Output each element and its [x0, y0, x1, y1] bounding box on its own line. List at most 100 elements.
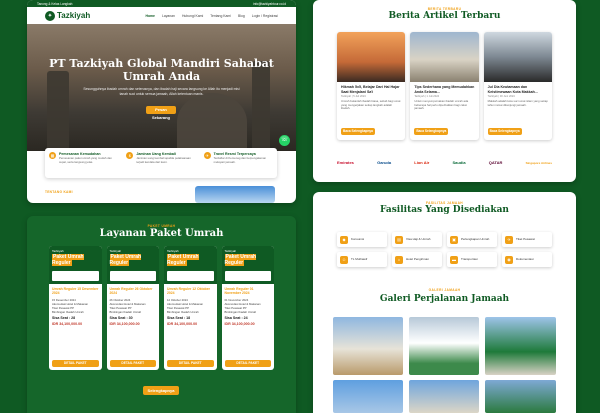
facility-label: Visa Haji & Umrah [406, 236, 431, 241]
calendar-icon: ▦ [49, 152, 56, 159]
package-poster: Tazkiyah Paket Umrah Reguler [164, 246, 217, 284]
main-menu: Home Layanan Hubungi Kami Tentang Kami B… [146, 14, 278, 18]
gallery-title: Galeri Perjalanan Jamaah [379, 294, 510, 304]
read-more-button[interactable]: Baca Selengkapnya [487, 128, 522, 135]
features-bar: ▦ Pemesanan Kemudahan Pemesanan paket umr… [45, 148, 277, 178]
facility-item: ▣ Perlengkapan Umrah [447, 232, 497, 247]
poster-title: Paket Umrah Reguler [109, 254, 142, 266]
article-title[interactable]: Hikmah 5x5, Belajar Dari Hal Hajar Saat … [337, 82, 405, 95]
article-card[interactable]: Hikmah 5x5, Belajar Dari Hal Hajar Saat … [337, 32, 406, 140]
facility-item: ⌂ Hotel Pengiriman [392, 252, 442, 267]
article-title[interactable]: Jul Dia Keutamaan dan Keistimewaan Kota … [484, 82, 552, 95]
package-price: IDR 34,100,000.00 [167, 321, 198, 326]
poster-brand: Tazkiyah [224, 249, 237, 253]
article-excerpt: Untuk menyempurnakan ibadah umrah ada be… [414, 99, 469, 111]
package-card[interactable]: Tazkiyah Paket Umrah Reguler Umrah Regul… [106, 246, 160, 370]
gallery-photo[interactable] [485, 380, 556, 413]
package-features: 01 November 2024 Akomodasi Hotel & Makan… [222, 297, 275, 315]
package-poster: Tazkiyah Paket Umrah Reguler [49, 246, 102, 284]
package-detail-button[interactable]: DETAIL PAKET [52, 360, 99, 367]
package-detail-button[interactable]: DETAIL PAKET [224, 360, 271, 367]
poster-dates [52, 271, 99, 281]
poster-dates [109, 271, 156, 281]
package-features: 12 Oktober 2024 Akomodasi Hotel & Makana… [164, 297, 217, 315]
menu-item-login[interactable]: Login / Registrasi [252, 14, 278, 18]
package-name[interactable]: Umrah Reguler 15 Desember 2024 [49, 284, 102, 297]
gallery-photo[interactable] [333, 317, 403, 375]
facility-label: Transportasi [461, 256, 478, 261]
article-card[interactable]: Tips Sederhana yang Memudahkan Anda Sela… [410, 32, 479, 140]
bus-icon: ▬ [450, 255, 458, 264]
article-card[interactable]: Jul Dia Keutamaan dan Keistimewaan Kota … [483, 32, 552, 140]
food-icon: ◆ [340, 235, 348, 244]
poster-title: Paket Umrah Reguler [224, 254, 257, 266]
gallery-photo[interactable] [409, 317, 479, 375]
hero-banner: PT Tazkiyah Global Mandiri Sahabat Umrah… [27, 24, 296, 151]
logo[interactable]: ✦ Tazkiyah [45, 10, 90, 21]
package-price: IDR 34,100,000.00 [52, 321, 83, 326]
partner-logo-lionair: Lion Air [414, 160, 430, 165]
gallery-photo[interactable] [409, 380, 479, 413]
mosque-dome-image [177, 93, 247, 151]
package-detail-button[interactable]: DETAIL PAKET [167, 360, 214, 367]
package-price: IDR 34,100,000.00 [109, 321, 140, 326]
section-title: Fasilitas Yang Disediakan [380, 205, 509, 215]
gallery-photo[interactable] [333, 380, 403, 413]
more-packages-button[interactable]: Selengkapnya [143, 386, 179, 395]
package-name[interactable]: Umrah Reguler 12 Oktober 2024 [164, 284, 217, 297]
logo-icon: ✦ [45, 10, 55, 21]
gallery-tag: GALERI JAMAAH [428, 288, 461, 292]
package-detail-button[interactable]: DETAIL PAKET [109, 360, 156, 367]
partner-logo-saudia: Saudia [452, 160, 466, 165]
facility-label: Dokumentasi [516, 256, 534, 261]
menu-item-home[interactable]: Home [146, 14, 155, 18]
package-feature: Bimbingan Ibadah Umrah [109, 309, 142, 314]
article-excerpt: Umrah bukanlah ibadah biasa, sebab bagi … [341, 99, 401, 111]
article-title[interactable]: Tips Sederhana yang Memudahkan Anda Sela… [410, 82, 478, 95]
about-tag: TENTANG KAMI [45, 190, 73, 194]
partner-logos: Emirates Garuda Lion Air Saudia QATAR Si… [337, 160, 552, 165]
read-more-button[interactable]: Baca Selengkapnya [341, 128, 375, 135]
money-icon: $ [126, 152, 134, 159]
menu-item-blog[interactable]: Blog [238, 14, 245, 18]
package-name[interactable]: Umrah Reguler 26 Oktober 2024 [107, 284, 160, 297]
partner-logo-emirates: Emirates [337, 160, 354, 165]
package-poster: Tazkiyah Paket Umrah Reguler [221, 246, 274, 284]
facility-label: TL Muthawif [351, 256, 368, 261]
hero-cta-button[interactable]: Pesan Sekarang [146, 106, 176, 120]
article-image [483, 32, 552, 82]
package-card[interactable]: Tazkiyah Paket Umrah Reguler Umrah Regul… [49, 246, 102, 370]
package-feature: Bimbingan Ibadah Umrah [167, 309, 199, 314]
read-more-button[interactable]: Baca Selengkapnya [414, 128, 449, 135]
poster-title: Paket Umrah Reguler [52, 254, 84, 266]
poster-brand: Tazkiyah [52, 249, 64, 253]
package-card[interactable]: Tazkiyah Paket Umrah Reguler Umrah Regul… [164, 246, 217, 370]
partner-logo-garuda: Garuda [377, 160, 392, 165]
feature-item: ✈ Travel Resmi Terpercaya Terdaftar di Ke… [200, 148, 277, 178]
poster-brand: Tazkiyah [167, 249, 179, 253]
poster-dates [224, 271, 271, 281]
facility-label: Hotel Pengiriman [406, 256, 430, 261]
luggage-icon: ▣ [450, 235, 458, 244]
feature-text: Pemesanan paket umrah yang mudah dan cep… [59, 156, 112, 164]
package-card[interactable]: Tazkiyah Paket Umrah Reguler Umrah Regul… [221, 246, 275, 370]
package-features: 26 Oktober 2024 Akomodasi Hotel & Makana… [107, 297, 160, 315]
package-name[interactable]: Umrah Reguler 01 November 2024 [222, 284, 275, 297]
package-price: IDR 34,100,000.00 [224, 321, 255, 326]
menu-item-layanan[interactable]: Layanan [162, 14, 175, 18]
gallery-photo[interactable] [485, 317, 556, 375]
section-title: Layanan Paket Umrah [99, 228, 224, 239]
poster-dates [167, 271, 214, 281]
poster-brand: Tazkiyah [109, 249, 122, 253]
menu-item-hubungi[interactable]: Hubungi Kami [182, 14, 203, 18]
plane-icon: ✈ [505, 235, 513, 244]
hero-description: Sesungguhnya ibadah umrah dan seterusnya… [83, 87, 240, 96]
whatsapp-icon[interactable]: ☏ [279, 135, 290, 146]
article-image [410, 32, 479, 82]
facility-label: Tiket Pesawat [516, 236, 535, 241]
facility-item: ◆ Konsumsi [337, 232, 387, 247]
menu-item-tentang[interactable]: Tentang Kami [210, 14, 231, 18]
topbar-email[interactable]: info@tazkiyahtour.co.id [253, 2, 286, 6]
articles-panel: BERITA TERBARU Berita Artikel Terbaru Hi… [313, 0, 576, 182]
article-image [337, 32, 406, 82]
